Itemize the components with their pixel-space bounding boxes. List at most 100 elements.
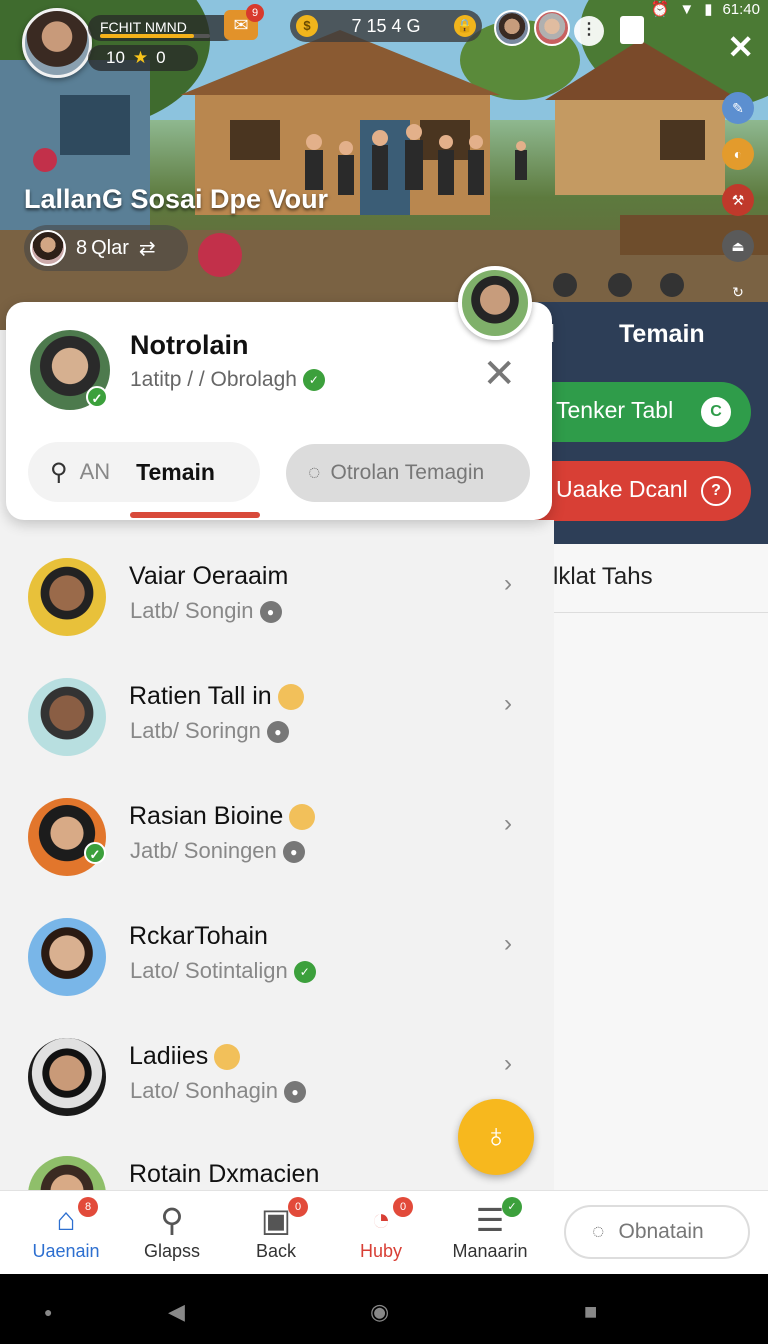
dot-icon: ●	[44, 1304, 53, 1320]
recents-square-icon[interactable]: ■	[584, 1299, 597, 1325]
shop-bag-icon[interactable]	[620, 16, 644, 44]
tab-other[interactable]: ◌ Otrolan Temagin	[286, 444, 530, 502]
nav-badge: 8	[78, 1197, 98, 1217]
tools-icon[interactable]: ⚒	[722, 184, 754, 216]
green-button-label: Tenker Tabl	[556, 397, 674, 423]
pencil-icon[interactable]: ✎	[722, 92, 754, 124]
avatar	[28, 558, 106, 636]
clan-count: 8	[76, 236, 88, 259]
home-icon: ⌂ 8	[16, 1197, 116, 1241]
obtain-button[interactable]: ◌ Obnatain	[564, 1205, 750, 1259]
nav-label: Manaarin	[452, 1241, 528, 1261]
chevron-right-icon[interactable]: ›	[504, 930, 512, 958]
search-icon: ⚲	[50, 458, 68, 486]
hub-icon: ◔ 0	[331, 1197, 431, 1241]
nav-badge: 0	[288, 1197, 308, 1217]
friend-name: RckarTohain	[129, 922, 268, 950]
list-item[interactable]: RckarTohain Lato/ Sotintalign ✓ ›	[0, 908, 554, 1028]
menu-icon: ☰ ✓	[440, 1197, 540, 1241]
currency-display[interactable]: $ 7 15 4 G 🔒	[290, 10, 482, 42]
star-icon: ★	[132, 48, 149, 67]
mail-button[interactable]: ✉ 9	[224, 4, 264, 40]
clan-pill[interactable]: 8 Qlar ⇄	[24, 225, 188, 271]
close-icon[interactable]: ✕	[727, 28, 754, 66]
green-action-button[interactable]: Tenker Tabl C	[520, 382, 751, 442]
right-section-label[interactable]: lklat Tahs	[553, 563, 653, 591]
xp-fill	[100, 34, 194, 38]
lightbulb-icon: ♁	[483, 1117, 509, 1155]
nav-item-search[interactable]: ⚲ Glapss	[122, 1201, 222, 1262]
avatar[interactable]	[534, 10, 570, 46]
help-icon: ?	[701, 476, 731, 506]
friend-status: Jatb/ Soningen ●	[130, 838, 305, 864]
player-level-badge: 0	[156, 48, 166, 67]
player-avatar[interactable]	[22, 8, 92, 78]
chat-bubble-icon: ◌	[308, 461, 321, 484]
obtain-label: Obnatain	[618, 1220, 704, 1243]
top-avatars	[494, 10, 570, 46]
coin-icon: $	[296, 15, 318, 37]
compass-icon[interactable]: ◐	[722, 138, 754, 170]
emoji-icon	[277, 684, 304, 711]
avatar	[28, 678, 106, 756]
chevron-right-icon[interactable]: ›	[504, 690, 512, 718]
tab-search[interactable]: ⚲ AN Temain	[28, 442, 260, 502]
friends-list-panel: Vaiar Oeraaim Latb/ Songin ● › Ratien Tal…	[0, 520, 554, 1200]
xp-bar	[100, 34, 210, 38]
friend-name: Vaiar Oeraaim	[129, 562, 289, 590]
floating-avatar[interactable]	[458, 266, 532, 340]
game-scene[interactable]: ⏰ ▼ ▮ 61:40 FCHIT NMND 10 ★ 0 ✉ 9 $ 7 15…	[0, 0, 768, 330]
right-tab-label[interactable]: Temain	[619, 320, 705, 349]
more-options-button[interactable]: ⋮	[574, 16, 604, 46]
friend-name: Ratien Tall in	[129, 682, 304, 711]
alarm-icon: ⏰	[650, 1, 670, 18]
clan-avatar	[30, 230, 66, 266]
friend-status: Lato/ Sotintalign ✓	[130, 958, 316, 984]
home-circle-icon[interactable]: ◉	[370, 1299, 389, 1325]
nav-label: Glapss	[143, 1241, 201, 1261]
chat-bubble-icon: ◌	[592, 1220, 605, 1243]
nav-label: Huby	[359, 1241, 403, 1261]
avatar[interactable]	[494, 10, 530, 46]
bottom-nav: ⌂ 8 Uaenain ⚲ Glapss ▣ 0 Back ◔ 0 Huby ☰ ✓ M…	[0, 1190, 768, 1274]
hint-fab-button[interactable]: ♁	[458, 1099, 534, 1175]
chevron-right-icon[interactable]: ›	[504, 570, 512, 598]
player-card[interactable]: FCHIT NMND 10 ★ 0	[22, 8, 238, 78]
refresh-icon: C	[701, 397, 731, 427]
list-item[interactable]: ✓ Rasian Bioine Jatb/ Soningen ● ›	[0, 788, 554, 908]
status-icon: ●	[282, 841, 305, 864]
close-icon[interactable]: ✕	[482, 354, 516, 394]
tab-other-label: Otrolan Temagin	[330, 461, 485, 484]
mail-icon: ✉	[233, 15, 249, 35]
level-bar: 10 ★ 0	[88, 45, 198, 71]
chevron-right-icon[interactable]: ›	[504, 1050, 512, 1078]
divider	[530, 612, 768, 613]
list-item[interactable]: Ratien Tall in Latb/ Soringn ● ›	[0, 668, 554, 788]
red-button-label: Uaake Dcanl	[556, 476, 688, 502]
search-icon: ⚲	[160, 1202, 184, 1238]
tab-active-label: Temain	[136, 458, 215, 485]
friend-status: Latb/ Songin ●	[130, 598, 282, 624]
nav-item-huby[interactable]: ◔ 0 Huby	[331, 1197, 431, 1262]
emoji-icon	[289, 804, 316, 831]
swap-arrows-icon: ⇄	[138, 237, 156, 260]
clock-time: 61:40	[722, 0, 760, 18]
lock-icon[interactable]: ⏏	[722, 230, 754, 262]
list-item[interactable]: Vaiar Oeraaim Latb/ Songin ● ›	[0, 548, 554, 668]
profile-name: Notrolain	[130, 330, 249, 360]
chevron-right-icon[interactable]: ›	[504, 810, 512, 838]
battery-icon: ▮	[704, 1, 713, 18]
profile-subtitle: 1atitp / / Obrolagh ✓	[130, 368, 325, 392]
online-check-icon: ✓	[86, 386, 108, 408]
device-status-bar: ⏰ ▼ ▮ 61:40	[650, 0, 760, 19]
nav-item-manaarin[interactable]: ☰ ✓ Manaarin	[440, 1197, 540, 1262]
verified-check-icon: ✓	[293, 961, 316, 984]
player-level: 10	[106, 48, 125, 67]
nav-item-back[interactable]: ▣ 0 Back	[226, 1197, 326, 1262]
back-triangle-icon[interactable]: ◀	[168, 1299, 185, 1325]
red-action-button[interactable]: Uaake Dcanl ?	[520, 461, 751, 521]
mail-count-badge: 9	[246, 4, 264, 22]
nav-label: Uaenain	[32, 1241, 100, 1261]
friend-status: Lato/ Sonhagin ●	[130, 1078, 307, 1104]
nav-item-home[interactable]: ⌂ 8 Uaenain	[16, 1197, 116, 1262]
